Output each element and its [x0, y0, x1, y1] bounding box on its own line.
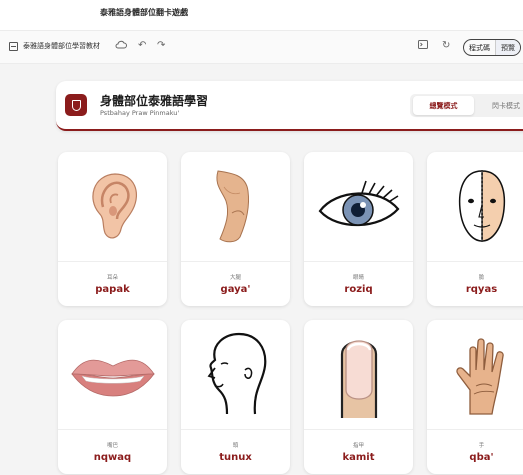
- lips-icon: [70, 359, 155, 396]
- preview-tab[interactable]: 預覽: [495, 40, 520, 55]
- cloud-icon[interactable]: [115, 40, 127, 54]
- card-zh-label: 指甲: [352, 443, 364, 449]
- card-word: nqwaq: [93, 452, 132, 463]
- code-tab[interactable]: 程式碼: [464, 40, 495, 55]
- mode-switch: 總覽模式 閃卡模式: [410, 94, 523, 117]
- file-name: 泰雅語身體部位學習教材: [23, 42, 100, 50]
- redo-icon[interactable]: ↷: [157, 40, 165, 52]
- card-zh-label: 頭: [232, 443, 239, 449]
- overview-mode-button[interactable]: 總覽模式: [413, 96, 474, 115]
- terminal-icon[interactable]: [418, 40, 428, 53]
- file-icon: [9, 41, 18, 51]
- card-fingernail[interactable]: 指甲 kamit: [304, 320, 413, 474]
- card-zh-label: 耳朵: [106, 275, 118, 281]
- card-lips[interactable]: 嘴巴 nqwaq: [58, 320, 167, 474]
- card-zh-label: 嘴巴: [106, 443, 118, 449]
- face-icon: [458, 169, 505, 242]
- card-eye[interactable]: 眼睛 roziq: [304, 152, 413, 306]
- hand-icon: [455, 337, 504, 415]
- undo-icon[interactable]: ↶: [138, 40, 146, 52]
- card-word: kamit: [342, 452, 375, 463]
- card-zh-label: 手: [478, 443, 485, 449]
- logo-icon: [65, 94, 87, 116]
- card-word: papak: [95, 284, 130, 295]
- card-word: qba': [469, 452, 494, 463]
- card-zh-label: 臉: [478, 275, 485, 281]
- card-word: tunux: [219, 452, 252, 463]
- thigh-icon: [216, 169, 249, 242]
- document-title: 泰雅語身體部位翻卡遊戲: [100, 8, 188, 17]
- flashcard-mode-button[interactable]: 閃卡模式: [476, 96, 523, 115]
- card-head[interactable]: 頭 tunux: [181, 320, 290, 474]
- card-thigh[interactable]: 大腿 gaya': [181, 152, 290, 306]
- card-word: rqyas: [465, 284, 498, 295]
- head-icon: [207, 332, 266, 414]
- page-title: 身體部位泰雅語學習: [100, 94, 209, 108]
- fingernail-icon: [340, 339, 377, 418]
- card-hand[interactable]: 手 qba': [427, 320, 523, 474]
- ear-icon: [91, 172, 137, 238]
- refresh-icon[interactable]: ↻: [442, 40, 450, 52]
- card-face[interactable]: 臉 rqyas: [427, 152, 523, 306]
- card-zh-label: 大腿: [229, 275, 241, 281]
- app-header: 身體部位泰雅語學習 Pstbahay Praw Pinmaku' 總覽模式 閃卡…: [56, 81, 523, 131]
- page-subtitle: Pstbahay Praw Pinmaku': [100, 109, 180, 117]
- card-ear[interactable]: 耳朵 papak: [58, 152, 167, 306]
- eye-icon: [318, 180, 399, 226]
- file-tab[interactable]: 泰雅語身體部位學習教材: [9, 41, 100, 51]
- editor-toolbar: 泰雅語身體部位學習教材 ↶ ↷ ↻ 程式碼 預覽: [0, 30, 523, 64]
- card-word: gaya': [220, 284, 251, 295]
- view-toggle: 程式碼 預覽: [463, 39, 521, 56]
- card-zh-label: 眼睛: [352, 275, 364, 281]
- card-word: roziq: [344, 284, 373, 295]
